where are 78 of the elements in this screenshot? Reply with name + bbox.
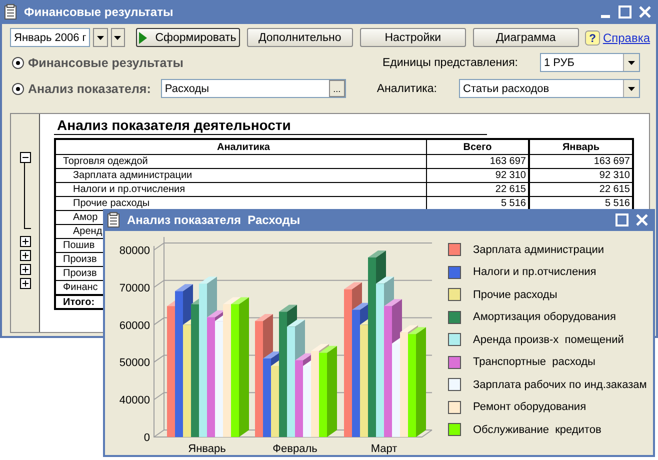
help-link[interactable]: Справка	[602, 30, 650, 44]
axis-label: 80000	[119, 245, 150, 257]
help-icon[interactable]: ?	[584, 30, 600, 46]
toolbar-button[interactable]: Диаграмма	[472, 28, 579, 47]
column-header: Январь	[528, 140, 632, 154]
table-cell: 5 516	[500, 198, 526, 209]
caret-icon	[114, 36, 122, 40]
axis-label: 50000	[119, 357, 150, 370]
collapse-icon[interactable]	[20, 152, 30, 162]
legend-label: Зарплата рабочих по инд.заказам	[473, 378, 647, 390]
table-cell: Произв	[63, 268, 97, 279]
radio-button[interactable]	[12, 56, 24, 68]
period-field[interactable]: Январь 2006 г	[10, 28, 90, 47]
table-cell: Произв	[63, 254, 97, 265]
axis-label: 40000	[119, 394, 150, 407]
expand-icon[interactable]	[20, 236, 30, 246]
table-cell: 163 697	[490, 156, 526, 167]
table-cell: 163 697	[594, 156, 630, 167]
radio-label[interactable]: Финансовые результаты	[28, 56, 184, 70]
legend-label: Зарплата администрации	[473, 244, 604, 256]
legend-label: Амортизация оборудования	[473, 311, 616, 323]
document-icon	[107, 212, 121, 228]
window-title: Финансовые результаты	[24, 5, 174, 19]
table-cell: 92 310	[599, 170, 630, 181]
toolbar-button[interactable]: Дополнительно	[246, 28, 353, 47]
caret-icon	[628, 86, 635, 90]
legend-label: Ремонт оборудования	[473, 401, 586, 413]
legend-label: Налоги и пр.отчисления	[473, 266, 596, 278]
dropdown-button[interactable]	[110, 28, 125, 47]
axis-label: 0	[144, 432, 150, 444]
legend-label: Обслуживание кредитов	[473, 424, 602, 436]
play-icon	[139, 32, 148, 44]
dropdown-button[interactable]	[93, 28, 108, 47]
table-cell: Торговля одеждой	[63, 156, 148, 167]
table-cell: Налоги и пр.отчисления	[73, 184, 186, 195]
table-cell: 22 615	[495, 184, 526, 195]
window-title: Анализ показателя Расходы	[127, 213, 300, 227]
analytics-label: Аналитика:	[376, 82, 437, 94]
table-cell: Аренд	[73, 226, 102, 237]
table-cell: Прочие расходы	[73, 198, 150, 209]
browse-button[interactable]: ...	[328, 80, 345, 97]
toolbar-button[interactable]: Настройки	[360, 28, 466, 47]
table-cell: Амор	[73, 212, 98, 223]
close-icon[interactable]	[638, 5, 652, 19]
table-cell: 5 516	[604, 198, 630, 209]
caret-icon	[96, 36, 104, 40]
caret-icon	[628, 60, 635, 64]
run-button[interactable]: Сформировать	[136, 28, 240, 47]
document-icon	[4, 4, 18, 20]
column-header: Всего	[426, 140, 528, 154]
report-title: Анализ показателя деятельности	[54, 117, 487, 135]
table-cell: Финанс	[63, 282, 98, 293]
axis-label: 70000	[119, 282, 150, 294]
column-header: Аналитика	[216, 140, 271, 154]
axis-label: Март	[370, 443, 398, 455]
close-icon[interactable]	[635, 213, 649, 227]
axis-label: 60000	[119, 320, 150, 332]
radio-button[interactable]	[12, 82, 24, 94]
axis-label: Февраль	[272, 443, 318, 455]
axis-label: Январь	[188, 443, 226, 455]
table-cell: 92 310	[495, 170, 526, 181]
expand-icon[interactable]	[20, 264, 30, 274]
radio-label[interactable]: Анализ показателя:	[28, 82, 151, 96]
table-cell: Пошив	[63, 240, 95, 251]
expand-icon[interactable]	[20, 278, 30, 288]
legend-label: Прочие расходы	[473, 288, 558, 300]
indicator-field[interactable]: Расходы ...	[160, 79, 346, 98]
units-label: Единицы представления:	[382, 56, 518, 68]
legend-label: Аренда произв-х помещений	[473, 334, 624, 346]
total-label: Итого:	[63, 296, 95, 308]
expand-icon[interactable]	[20, 250, 30, 260]
legend-label: Транспортные расходы	[473, 356, 596, 368]
maximize-icon[interactable]	[615, 213, 629, 227]
maximize-icon[interactable]	[618, 5, 632, 19]
analytics-dropdown[interactable]: Статьи расходов	[459, 79, 640, 98]
table-cell: 22 615	[599, 184, 630, 195]
units-dropdown[interactable]: 1 РУБ	[540, 53, 640, 72]
table-cell: Зарплата администрации	[73, 170, 192, 181]
